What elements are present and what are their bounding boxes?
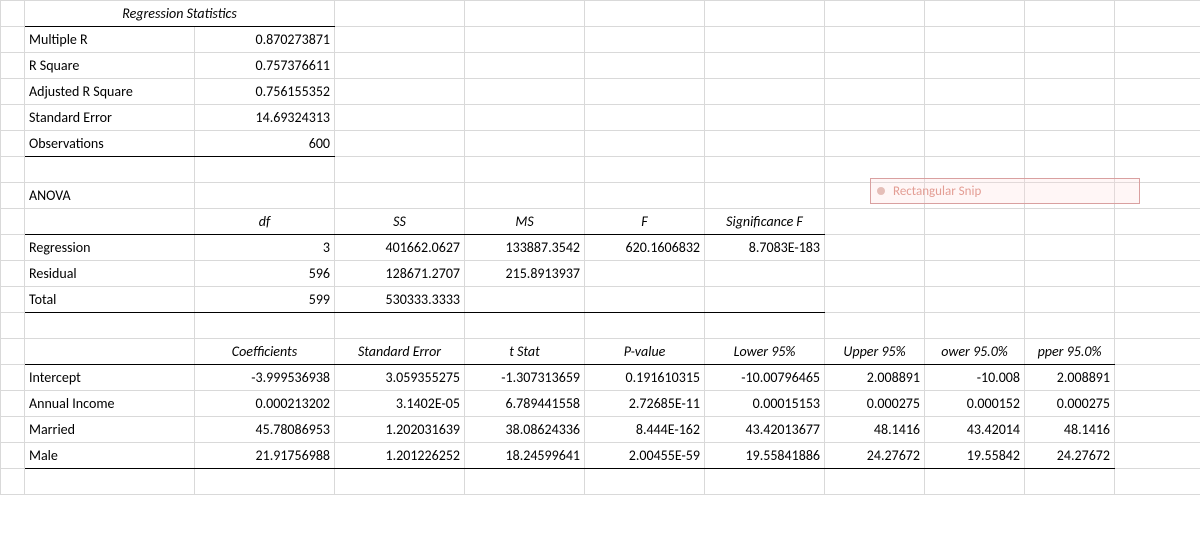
snip-overlay: Rectangular Snip (870, 178, 1140, 204)
row-header[interactable] (1, 365, 25, 391)
coef-cell: 43.42013677 (705, 417, 825, 443)
anova-cell: 128671.2707 (335, 261, 465, 287)
coef-cell: 18.24599641 (465, 443, 585, 469)
row-header[interactable] (1, 417, 25, 443)
row-header[interactable] (1, 157, 25, 183)
regstats-title: Regression Statistics (25, 1, 335, 27)
coef-cell: 0.000213202 (195, 391, 335, 417)
regstats-label: Multiple R (25, 27, 195, 53)
anova-cell: 401662.0627 (335, 235, 465, 261)
anova-header-sigf: Significance F (705, 209, 825, 235)
regstats-label: Standard Error (25, 105, 195, 131)
coef-header: t Stat (465, 339, 585, 365)
coef-cell: 0.000275 (825, 391, 925, 417)
row-header[interactable] (1, 235, 25, 261)
coef-row-label: Male (25, 443, 195, 469)
regstats-label: Observations (25, 131, 195, 157)
anova-cell: 133887.3542 (465, 235, 585, 261)
anova-header-f: F (585, 209, 705, 235)
row-header[interactable] (1, 391, 25, 417)
coef-cell: 24.27672 (1025, 443, 1115, 469)
anova-cell: 599 (195, 287, 335, 313)
coef-cell: 43.42014 (925, 417, 1025, 443)
coef-cell: 1.202031639 (335, 417, 465, 443)
regstats-value: 0.756155352 (195, 79, 335, 105)
row-header[interactable] (1, 287, 25, 313)
coef-header: pper 95.0% (1025, 339, 1115, 365)
anova-cell: 530333.3333 (335, 287, 465, 313)
coef-cell: -10.00796465 (705, 365, 825, 391)
row-header[interactable] (1, 209, 25, 235)
anova-header-ss: SS (335, 209, 465, 235)
coef-cell: 3.059355275 (335, 365, 465, 391)
record-icon (877, 187, 885, 195)
coef-cell: 0.191610315 (585, 365, 705, 391)
coef-row-label: Married (25, 417, 195, 443)
coef-cell: -3.999536938 (195, 365, 335, 391)
regstats-label: Adjusted R Square (25, 79, 195, 105)
regstats-value: 14.69324313 (195, 105, 335, 131)
coef-header: Coefficients (195, 339, 335, 365)
anova-cell: 620.1606832 (585, 235, 705, 261)
coef-cell: 0.00015153 (705, 391, 825, 417)
row-header[interactable] (1, 469, 25, 495)
coef-cell: 24.27672 (825, 443, 925, 469)
coef-cell: 2.008891 (1025, 365, 1115, 391)
row-header[interactable] (1, 183, 25, 209)
row-header[interactable] (1, 443, 25, 469)
regstats-label: R Square (25, 53, 195, 79)
coef-header: Standard Error (335, 339, 465, 365)
coef-header: Lower 95% (705, 339, 825, 365)
coef-cell: 2.72685E-11 (585, 391, 705, 417)
anova-title: ANOVA (25, 183, 195, 209)
coef-cell: 45.78086953 (195, 417, 335, 443)
coef-row-label: Intercept (25, 365, 195, 391)
anova-row-label: Total (25, 287, 195, 313)
anova-row-label: Regression (25, 235, 195, 261)
row-header[interactable] (1, 105, 25, 131)
anova-header-df: df (195, 209, 335, 235)
spreadsheet-grid[interactable]: Regression Statistics Multiple R 0.87027… (0, 0, 1200, 495)
regstats-value: 0.870273871 (195, 27, 335, 53)
coef-cell: 0.000152 (925, 391, 1025, 417)
coef-cell: 38.08624336 (465, 417, 585, 443)
row-header[interactable] (1, 261, 25, 287)
row-header[interactable] (1, 313, 25, 339)
row-header[interactable] (1, 1, 25, 27)
row-header[interactable] (1, 27, 25, 53)
coef-cell: 2.008891 (825, 365, 925, 391)
coef-cell: 48.1416 (1025, 417, 1115, 443)
row-header[interactable] (1, 53, 25, 79)
coef-cell: -10.008 (925, 365, 1025, 391)
coef-cell: 8.444E-162 (585, 417, 705, 443)
coef-header: ower 95.0% (925, 339, 1025, 365)
row-header[interactable] (1, 339, 25, 365)
coef-header: Upper 95% (825, 339, 925, 365)
coef-cell: 19.55841886 (705, 443, 825, 469)
anova-header-ms: MS (465, 209, 585, 235)
coef-cell: 6.789441558 (465, 391, 585, 417)
coef-row-label: Annual Income (25, 391, 195, 417)
coef-cell: 48.1416 (825, 417, 925, 443)
coef-cell: 19.55842 (925, 443, 1025, 469)
anova-cell: 596 (195, 261, 335, 287)
coef-cell: -1.307313659 (465, 365, 585, 391)
snip-label: Rectangular Snip (893, 184, 981, 199)
coef-cell: 2.00455E-59 (585, 443, 705, 469)
regstats-value: 0.757376611 (195, 53, 335, 79)
coef-header: P-value (585, 339, 705, 365)
anova-cell: 8.7083E-183 (705, 235, 825, 261)
coef-cell: 21.91756988 (195, 443, 335, 469)
anova-row-label: Residual (25, 261, 195, 287)
regstats-value: 600 (195, 131, 335, 157)
coef-cell: 3.1402E-05 (335, 391, 465, 417)
coef-cell: 1.201226252 (335, 443, 465, 469)
anova-cell: 3 (195, 235, 335, 261)
row-header[interactable] (1, 131, 25, 157)
row-header[interactable] (1, 79, 25, 105)
anova-cell: 215.8913937 (465, 261, 585, 287)
coef-cell: 0.000275 (1025, 391, 1115, 417)
